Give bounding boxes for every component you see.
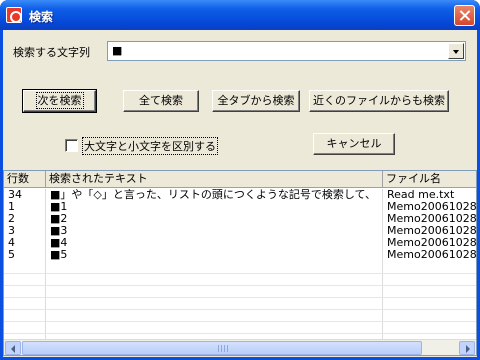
chevron-down-icon[interactable] (448, 43, 464, 59)
find-nearby-files-button[interactable]: 近くのファイルからも検索 (309, 90, 449, 112)
match-case-checkbox[interactable] (65, 139, 78, 152)
table-row[interactable]: 5 ■5 Memo20061028194 (4, 249, 476, 261)
find-all-tabs-button[interactable]: 全タブから検索 (212, 90, 300, 112)
close-button[interactable] (454, 5, 475, 26)
cell-text: ■3 (50, 225, 68, 237)
cell-line: 3 (8, 225, 15, 237)
grid-line (4, 273, 476, 274)
search-input[interactable]: ■ (107, 41, 466, 61)
table-row[interactable]: 1 ■1 Memo20061028194 (4, 201, 476, 213)
search-label: 検索する文字列 (13, 46, 90, 59)
cancel-label: キャンセル (326, 137, 382, 150)
table-row[interactable]: 3 ■3 Memo20061028194 (4, 225, 476, 237)
grid-line (4, 321, 476, 322)
grid-line (4, 333, 476, 334)
results-body: 34 ■」や「◇」と言った、リストの頭につくような記号で検索して、 Read m… (4, 189, 476, 339)
scroll-left-icon[interactable] (5, 341, 21, 355)
cell-file: Memo20061028194 (387, 213, 477, 225)
cell-line: 34 (8, 189, 22, 201)
search-input-value: ■ (112, 44, 123, 57)
cell-text: ■」や「◇」と言った、リストの頭につくような記号で検索して、 (50, 189, 376, 201)
cell-file: Memo20061028194 (387, 249, 477, 261)
cell-text: ■4 (50, 237, 68, 249)
column-header-text[interactable]: 検索されたテキスト (46, 171, 383, 188)
cell-text: ■2 (50, 213, 68, 225)
table-row[interactable]: 2 ■2 Memo20061028194 (4, 213, 476, 225)
grid-line (4, 297, 476, 298)
cell-line: 5 (8, 249, 15, 261)
scroll-right-icon[interactable] (459, 341, 475, 355)
column-header-file[interactable]: ファイル名 (383, 171, 476, 188)
find-all-button[interactable]: 全て検索 (123, 90, 199, 112)
title-bar[interactable]: 検索 (0, 0, 480, 30)
cell-text: ■1 (50, 201, 68, 213)
scrollbar-thumb[interactable] (22, 341, 422, 355)
find-next-button[interactable]: 次を検索 (22, 89, 97, 113)
table-row[interactable]: 4 ■4 Memo20061028194 (4, 237, 476, 249)
find-all-tabs-label: 全タブから検索 (217, 94, 295, 107)
dialog-body: 検索する文字列 ■ 次を検索 全て検索 全タブから検索 近くのファイルからも検索… (3, 30, 477, 357)
find-next-label: 次を検索 (35, 92, 84, 109)
cell-line: 1 (8, 201, 15, 213)
cell-file: Memo20061028194 (387, 201, 477, 213)
cell-line: 4 (8, 237, 15, 249)
find-nearby-files-label: 近くのファイルからも検索 (313, 94, 445, 107)
cell-file: Read me.txt (387, 189, 455, 201)
column-header-line[interactable]: 行数 (4, 171, 46, 188)
grid-line (4, 309, 476, 310)
app-icon (6, 7, 22, 23)
search-dialog: 検索 検索する文字列 ■ 次を検索 全て検索 全タブから検索 近くのファイルから… (0, 0, 480, 360)
cell-line: 2 (8, 213, 15, 225)
results-header: 行数 検索されたテキスト ファイル名 (4, 171, 476, 188)
window-title: 検索 (29, 10, 54, 24)
cell-text: ■5 (50, 249, 68, 261)
match-case-label[interactable]: 大文字と小文字を区別する (82, 137, 218, 155)
table-row[interactable]: 34 ■」や「◇」と言った、リストの頭につくような記号で検索して、 Read m… (4, 189, 476, 201)
cell-file: Memo20061028194 (387, 237, 477, 249)
find-all-label: 全て検索 (139, 94, 183, 107)
horizontal-scrollbar[interactable] (4, 339, 476, 355)
cell-file: Memo20061028194 (387, 225, 477, 237)
results-table[interactable]: 行数 検索されたテキスト ファイル名 34 ■」や「◇」と言った、リストの頭につ… (3, 170, 477, 356)
grip-icon (218, 345, 228, 352)
grid-line (4, 285, 476, 286)
cancel-button[interactable]: キャンセル (313, 133, 395, 155)
